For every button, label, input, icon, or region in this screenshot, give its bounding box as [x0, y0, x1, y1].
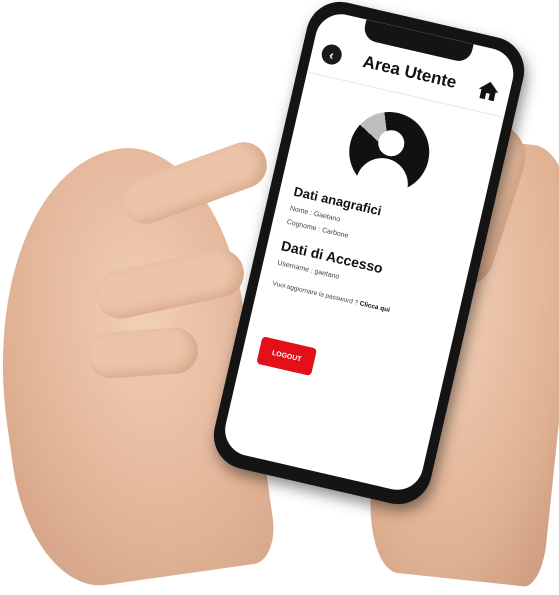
left-ring-finger	[86, 326, 200, 380]
avatar	[341, 103, 438, 204]
password-prompt: Vuoi aggiornare la password ?	[271, 280, 359, 307]
avatar-body	[353, 152, 414, 204]
avatar-head	[375, 127, 407, 159]
page-title: Area Utente	[361, 52, 459, 93]
logout-button[interactable]: LOGOUT	[256, 336, 318, 377]
back-icon[interactable]: ‹	[319, 42, 344, 67]
home-icon[interactable]	[476, 79, 502, 103]
password-row: Vuoi aggiornare la password ? Clicca qui	[272, 280, 447, 327]
password-link[interactable]: Clicca qui	[359, 300, 391, 314]
profile-content: Dati anagrafici Nome : Gaetano Cognome :…	[272, 184, 469, 327]
